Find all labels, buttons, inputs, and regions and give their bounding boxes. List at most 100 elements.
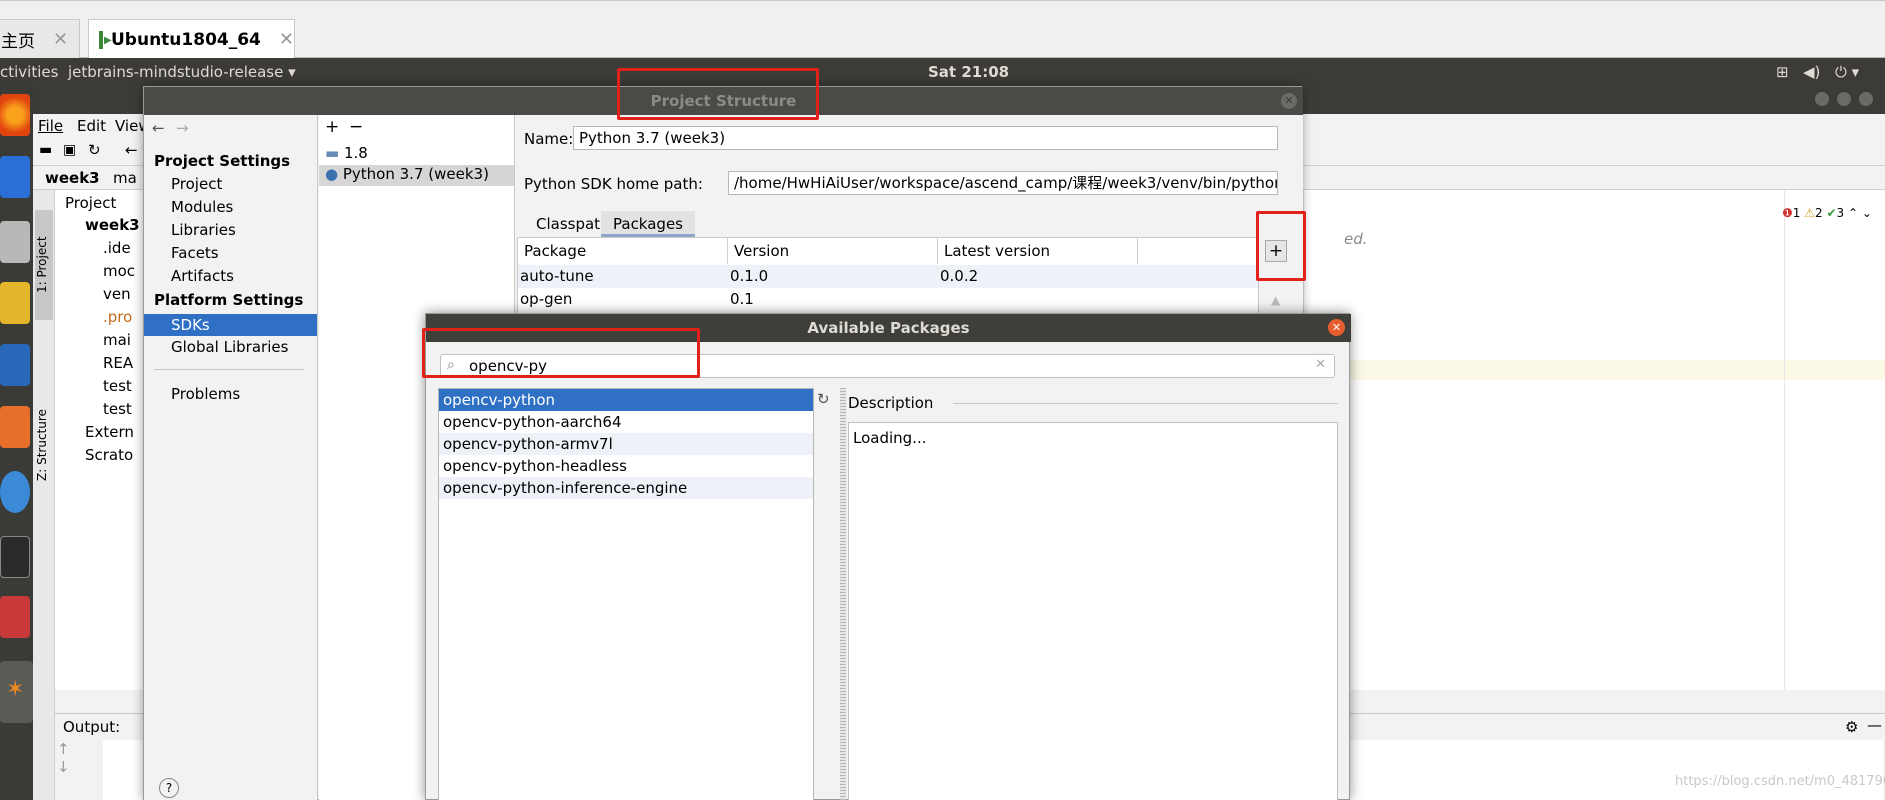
table-row[interactable]: op-gen 0.1 <box>518 288 1258 311</box>
menu-file[interactable]: File <box>38 117 63 135</box>
files-icon[interactable] <box>0 221 30 263</box>
inspection-widget[interactable]: ❶1 ⚠2 ✔3 ⌃ ⌄ <box>1782 206 1872 220</box>
right-margin <box>1784 190 1785 690</box>
tree-item[interactable]: Scrato <box>85 446 133 464</box>
vm-tab-ubuntu[interactable]: ▶ Ubuntu1804_64 ✕ <box>88 19 295 59</box>
column-header[interactable]: Version <box>728 238 938 264</box>
sdk-item-selected[interactable]: ● Python 3.7 (week3) <box>319 165 514 186</box>
firefox-icon[interactable] <box>0 94 30 136</box>
refresh-icon[interactable]: ↻ <box>817 390 830 408</box>
available-packages-dialog: Available Packages ✕ ⌕ opencv-py ✕ openc… <box>425 313 1351 800</box>
project-tool-tab[interactable]: 1: Project <box>35 210 53 320</box>
close-icon[interactable]: ✕ <box>1328 319 1345 336</box>
maximize-icon[interactable] <box>1837 92 1851 106</box>
upgrade-package-button[interactable]: ▲ <box>1271 293 1280 307</box>
close-icon[interactable]: ✕ <box>279 29 294 50</box>
list-item[interactable]: opencv-python <box>439 389 813 411</box>
description-text: Loading... <box>853 429 927 447</box>
back-icon[interactable]: ← <box>152 119 165 137</box>
package-version: 0.1 <box>730 290 754 308</box>
gear-icon[interactable]: ⚙ <box>1845 718 1858 736</box>
vm-tab-bar: 主页 ✕ ▶ Ubuntu1804_64 ✕ <box>0 0 1885 59</box>
package-version: 0.1.0 <box>730 267 769 285</box>
nav-item-problems[interactable]: Problems <box>171 385 240 403</box>
breadcrumb-item[interactable]: ma <box>113 169 137 187</box>
save-icon[interactable]: ▣ <box>63 142 76 158</box>
mindstudio-icon[interactable]: ✶ <box>0 661 33 723</box>
rhythmbox-icon[interactable] <box>0 282 30 324</box>
tree-item[interactable]: .pro <box>103 308 132 326</box>
list-item[interactable]: opencv-python-armv7l <box>439 433 813 455</box>
nav-item-facets[interactable]: Facets <box>171 244 219 262</box>
open-icon[interactable]: ▬ <box>39 142 52 158</box>
nav-item-modules[interactable]: Modules <box>171 198 233 216</box>
recorder-icon[interactable] <box>0 596 30 638</box>
forward-icon[interactable]: → <box>176 119 189 137</box>
nav-item-artifacts[interactable]: Artifacts <box>171 267 234 285</box>
column-header[interactable]: Latest version <box>938 238 1138 264</box>
close-icon[interactable] <box>1859 92 1873 106</box>
editor-area[interactable]: ed. ❶1 ⚠2 ✔3 ⌃ ⌄ <box>1303 190 1885 690</box>
back-icon[interactable]: ← <box>125 141 138 159</box>
highlight-box <box>617 68 819 120</box>
add-sdk-button[interactable]: + <box>325 117 339 137</box>
list-item[interactable]: opencv-python-headless <box>439 455 813 477</box>
section-heading: Platform Settings <box>154 291 304 309</box>
list-item[interactable]: opencv-python-aarch64 <box>439 411 813 433</box>
vm-tab-home[interactable]: 主页 ✕ <box>0 19 80 59</box>
settings-nav: ← → Project Settings Project Modules Lib… <box>144 115 318 800</box>
app-menu[interactable]: jetbrains-mindstudio-release ▾ <box>68 63 296 81</box>
divider <box>154 369 304 370</box>
terminal-icon[interactable] <box>0 536 30 578</box>
project-view-label[interactable]: Project <box>65 194 116 212</box>
home-path-field[interactable]: /home/HwHiAiUser/workspace/ascend_camp/课… <box>728 171 1278 195</box>
column-header[interactable]: Package <box>518 238 728 264</box>
clock[interactable]: Sat 21:08 <box>928 63 1009 81</box>
tree-item[interactable]: REA <box>103 354 133 372</box>
hide-icon[interactable]: — <box>1867 716 1882 734</box>
power-icon[interactable]: ⏻ ▾ <box>1835 63 1859 81</box>
breadcrumb-item[interactable]: week3 <box>45 169 100 187</box>
clear-icon[interactable]: ✕ <box>1315 357 1326 372</box>
table-row[interactable]: auto-tune 0.1.0 0.0.2 <box>518 265 1258 288</box>
close-icon[interactable]: ✕ <box>53 29 68 50</box>
nav-item-libraries[interactable]: Libraries <box>171 221 236 239</box>
name-field[interactable]: Python 3.7 (week3) <box>573 126 1278 150</box>
tree-item[interactable]: week3 <box>85 216 140 234</box>
sdk-label: Python 3.7 (week3) <box>342 165 489 183</box>
tab-packages[interactable]: Packages <box>601 211 695 237</box>
tree-item[interactable]: test <box>103 400 132 418</box>
structure-tool-tab[interactable]: Z: Structure <box>35 390 53 500</box>
thunderbird-icon[interactable] <box>0 156 30 198</box>
volume-icon[interactable]: ◀) <box>1803 63 1820 81</box>
scroll-arrows[interactable]: ↑ ↓ <box>57 740 87 800</box>
sdk-item[interactable]: ▬ 1.8 <box>325 144 368 162</box>
ubuntu-top-bar: ctivities jetbrains-mindstudio-release ▾… <box>0 58 1885 86</box>
sync-icon[interactable]: ↻ <box>88 141 101 159</box>
highlight-box <box>1256 211 1306 281</box>
minimize-icon[interactable] <box>1815 92 1829 106</box>
tree-item[interactable]: mai <box>103 331 131 349</box>
output-label: Output: <box>63 718 121 736</box>
tree-item[interactable]: test <box>103 377 132 395</box>
splitter[interactable] <box>840 388 846 800</box>
tree-item[interactable]: .ide <box>103 239 131 257</box>
description-label: Description <box>848 394 934 412</box>
nav-item-global-libraries[interactable]: Global Libraries <box>171 338 288 356</box>
software-icon[interactable] <box>0 406 30 448</box>
writer-icon[interactable] <box>0 344 30 386</box>
help-icon[interactable] <box>0 471 30 513</box>
close-icon[interactable]: ✕ <box>1281 93 1297 109</box>
menu-edit[interactable]: Edit <box>77 117 106 135</box>
help-button[interactable]: ? <box>159 778 179 798</box>
nav-item-project[interactable]: Project <box>171 175 222 193</box>
tree-item[interactable]: moc <box>103 262 135 280</box>
tree-item[interactable]: ven <box>103 285 131 303</box>
remove-sdk-button[interactable]: − <box>349 117 363 137</box>
vm-tab-label: 主页 <box>1 32 35 52</box>
tree-item[interactable]: Extern <box>85 423 134 441</box>
network-icon[interactable]: ⊞ <box>1776 63 1789 81</box>
activities-button[interactable]: ctivities <box>0 63 58 81</box>
nav-item-sdks[interactable]: SDKs <box>144 314 317 336</box>
list-item[interactable]: opencv-python-inference-engine <box>439 477 813 499</box>
